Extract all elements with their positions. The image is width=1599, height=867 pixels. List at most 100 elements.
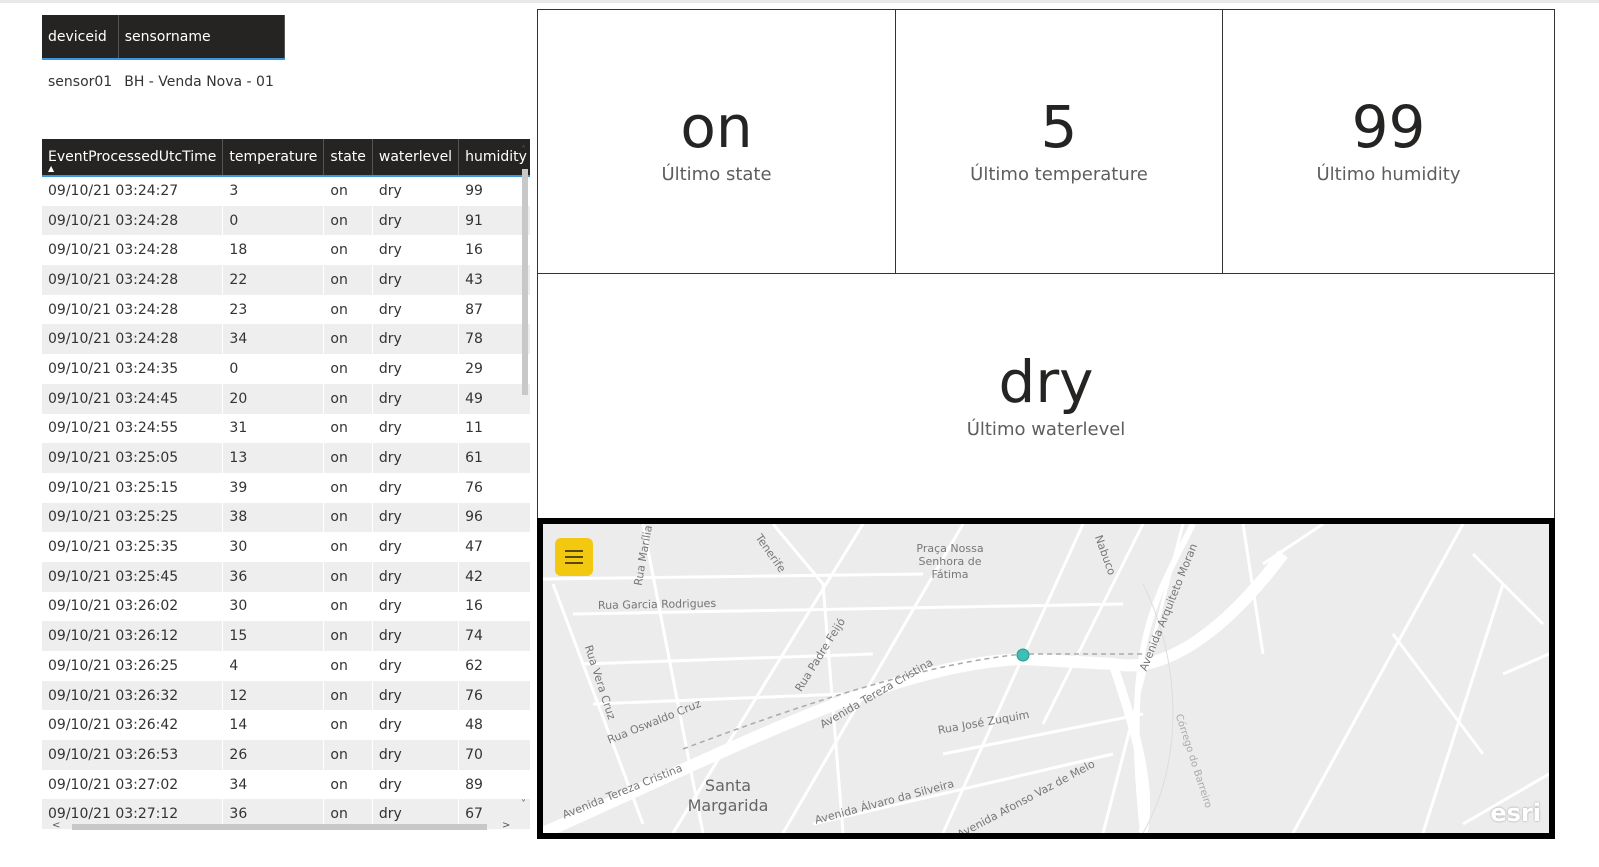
scrollbar-thumb[interactable] bbox=[72, 824, 487, 830]
card-last-temperature: 5 Último temperature bbox=[895, 9, 1223, 274]
card-label: Último waterlevel bbox=[966, 418, 1126, 440]
cell-time: 09/10/21 03:24:55 bbox=[42, 413, 224, 444]
scrollbar-thumb[interactable] bbox=[522, 169, 528, 395]
cell-waterlevel: dry bbox=[372, 472, 460, 503]
table-row: sensor01 BH - Venda Nova - 01 bbox=[42, 59, 284, 103]
cell-temperature: 30 bbox=[222, 591, 325, 622]
column-header-eventprocessedutctime[interactable]: EventProcessedUtcTime ▲ bbox=[42, 139, 224, 177]
cell-temperature: 36 bbox=[222, 561, 325, 592]
scroll-up-icon[interactable]: ˄ bbox=[521, 145, 526, 156]
cell-temperature: 34 bbox=[222, 324, 325, 355]
cell-state: on bbox=[323, 472, 373, 503]
sort-ascending-icon[interactable]: ▲ bbox=[48, 164, 54, 173]
cell-waterlevel: dry bbox=[372, 621, 460, 651]
cell-time: 09/10/21 03:25:15 bbox=[42, 472, 224, 503]
cell-temperature: 30 bbox=[222, 532, 325, 562]
cell-state: on bbox=[323, 176, 373, 206]
table-row: 09/10/21 03:24:28 23 on dry 87 bbox=[42, 294, 530, 325]
map-menu-button[interactable] bbox=[555, 538, 593, 576]
cell-temperature: 22 bbox=[222, 265, 325, 295]
cell-temperature: 39 bbox=[222, 472, 325, 503]
cell-temperature: 26 bbox=[222, 740, 325, 770]
table-row: 09/10/21 03:24:27 3 on dry 99 bbox=[42, 176, 530, 206]
cell-temperature: 15 bbox=[222, 621, 325, 651]
cell-state: on bbox=[323, 591, 373, 622]
cell-time: 09/10/21 03:24:28 bbox=[42, 235, 224, 266]
cell-waterlevel: dry bbox=[372, 740, 460, 770]
vertical-scrollbar[interactable]: ˄ ˅ bbox=[520, 139, 530, 819]
column-header-waterlevel[interactable]: waterlevel bbox=[372, 139, 460, 177]
cell-time: 09/10/21 03:24:28 bbox=[42, 294, 224, 325]
cell-waterlevel: dry bbox=[372, 294, 460, 325]
cell-state: on bbox=[323, 354, 373, 384]
horizontal-scrollbar[interactable]: < > bbox=[42, 820, 520, 834]
table-row: 09/10/21 03:25:25 38 on dry 96 bbox=[42, 502, 530, 533]
cell-waterlevel: dry bbox=[372, 443, 460, 473]
cell-temperature: 13 bbox=[222, 443, 325, 473]
table-row: 09/10/21 03:25:05 13 on dry 61 bbox=[42, 443, 530, 473]
cell-temperature: 34 bbox=[222, 769, 325, 800]
cell-state: on bbox=[323, 561, 373, 592]
cell-sensorname: BH - Venda Nova - 01 bbox=[124, 73, 274, 90]
cell-temperature: 14 bbox=[222, 710, 325, 741]
scroll-right-icon[interactable]: > bbox=[502, 820, 510, 831]
cell-time: 09/10/21 03:25:35 bbox=[42, 532, 224, 562]
card-last-waterlevel: dry Último waterlevel bbox=[537, 273, 1555, 519]
map-visual[interactable]: Praça Nossa Senhora de Fátima Rua Garcia… bbox=[537, 518, 1555, 839]
cell-state: on bbox=[323, 294, 373, 325]
scroll-left-icon[interactable]: < bbox=[52, 820, 60, 831]
table-row: 09/10/21 03:26:02 30 on dry 16 bbox=[42, 591, 530, 622]
table-row: 09/10/21 03:25:15 39 on dry 76 bbox=[42, 472, 530, 503]
column-header-temperature[interactable]: temperature bbox=[222, 139, 325, 177]
table-row: 09/10/21 03:27:02 34 on dry 89 bbox=[42, 769, 530, 800]
card-last-state: on Último state bbox=[537, 9, 896, 274]
column-header-state[interactable]: state bbox=[323, 139, 373, 177]
table-row: 09/10/21 03:24:55 31 on dry 11 bbox=[42, 413, 530, 444]
cell-waterlevel: dry bbox=[372, 651, 460, 681]
card-value: 99 bbox=[1351, 93, 1426, 161]
cell-state: on bbox=[323, 769, 373, 800]
cell-waterlevel: dry bbox=[372, 532, 460, 562]
cell-time: 09/10/21 03:26:02 bbox=[42, 591, 224, 622]
card-last-humidity: 99 Último humidity bbox=[1222, 9, 1555, 274]
esri-logo: esri bbox=[1490, 799, 1541, 827]
card-label: Último state bbox=[661, 164, 772, 185]
table-row: 09/10/21 03:24:28 22 on dry 43 bbox=[42, 265, 530, 295]
scroll-down-icon[interactable]: ˅ bbox=[521, 799, 526, 810]
cell-time: 09/10/21 03:26:12 bbox=[42, 621, 224, 651]
cell-state: on bbox=[323, 710, 373, 741]
cell-waterlevel: dry bbox=[372, 176, 460, 206]
cell-time: 09/10/21 03:24:45 bbox=[42, 383, 224, 414]
cell-time: 09/10/21 03:26:53 bbox=[42, 740, 224, 770]
table-row: 09/10/21 03:24:28 34 on dry 78 bbox=[42, 324, 530, 355]
header-label: EventProcessedUtcTime bbox=[48, 149, 217, 165]
column-header-sensorname[interactable]: sensorname bbox=[118, 15, 285, 60]
top-divider bbox=[0, 0, 1599, 3]
card-value: 5 bbox=[1040, 93, 1078, 161]
cell-waterlevel: dry bbox=[372, 354, 460, 384]
map-label: Rua Garcia Rodrigues bbox=[597, 596, 717, 612]
table-row: 09/10/21 03:25:45 36 on dry 42 bbox=[42, 561, 530, 592]
cell-state: on bbox=[323, 680, 373, 711]
cell-state: on bbox=[323, 532, 373, 562]
cell-waterlevel: dry bbox=[372, 769, 460, 800]
cell-temperature: 31 bbox=[222, 413, 325, 444]
cell-time: 09/10/21 03:25:25 bbox=[42, 502, 224, 533]
cell-time: 09/10/21 03:24:28 bbox=[42, 324, 224, 355]
cell-time: 09/10/21 03:26:42 bbox=[42, 710, 224, 741]
sensor-location-marker bbox=[1016, 648, 1030, 662]
table-row: 09/10/21 03:26:12 15 on dry 74 bbox=[42, 621, 530, 651]
column-header-deviceid[interactable]: deviceid bbox=[42, 15, 119, 60]
cell-temperature: 18 bbox=[222, 235, 325, 266]
device-table: deviceid sensorname sensor01 BH - Venda No… bbox=[42, 15, 285, 103]
table-row: 09/10/21 03:24:28 18 on dry 16 bbox=[42, 235, 530, 266]
cell-waterlevel: dry bbox=[372, 265, 460, 295]
table-row: 09/10/21 03:24:28 0 on dry 91 bbox=[42, 205, 530, 236]
cell-temperature: 12 bbox=[222, 680, 325, 711]
cell-temperature: 4 bbox=[222, 651, 325, 681]
cell-waterlevel: dry bbox=[372, 383, 460, 414]
cell-deviceid: sensor01 bbox=[48, 73, 113, 90]
cell-state: on bbox=[323, 235, 373, 266]
cell-temperature: 20 bbox=[222, 383, 325, 414]
cell-waterlevel: dry bbox=[372, 680, 460, 711]
